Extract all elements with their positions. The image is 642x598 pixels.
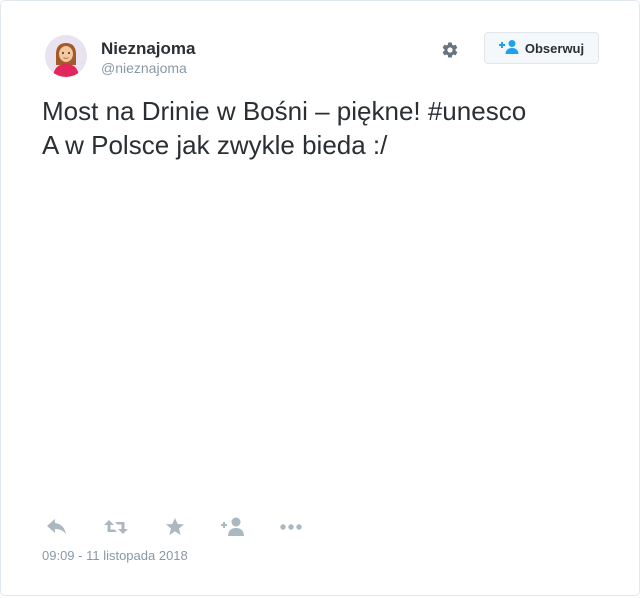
- favorite-star-icon[interactable]: [163, 515, 187, 539]
- follow-button[interactable]: Obserwuj: [484, 32, 599, 64]
- add-user-icon: [498, 39, 519, 58]
- tweet-card: Nieznajoma @nieznajoma Obserwuj Most na …: [0, 0, 640, 596]
- avatar[interactable]: [45, 35, 87, 77]
- display-name[interactable]: Nieznajoma: [101, 39, 195, 59]
- more-options-icon[interactable]: [279, 515, 303, 539]
- tweet-header: Nieznajoma @nieznajoma Obserwuj: [45, 32, 599, 79]
- gear-icon[interactable]: [441, 41, 459, 59]
- follow-button-label: Obserwuj: [524, 40, 585, 56]
- retweet-icon[interactable]: [103, 515, 128, 539]
- user-handle[interactable]: @nieznajoma: [101, 59, 195, 77]
- tweet-text-line: A w Polsce jak zwykle bieda :/: [42, 130, 388, 160]
- tweet-timestamp[interactable]: 09:09 - 11 listopada 2018: [42, 548, 188, 563]
- tweet-text-line: Most na Drinie w Bośni – piękne! #unesco: [42, 96, 527, 126]
- reply-icon[interactable]: [45, 515, 69, 539]
- follow-user-icon[interactable]: [220, 515, 244, 539]
- user-names: Nieznajoma @nieznajoma: [101, 39, 195, 77]
- tweet-text: Most na Drinie w Bośni – piękne! #unesco…: [42, 94, 602, 162]
